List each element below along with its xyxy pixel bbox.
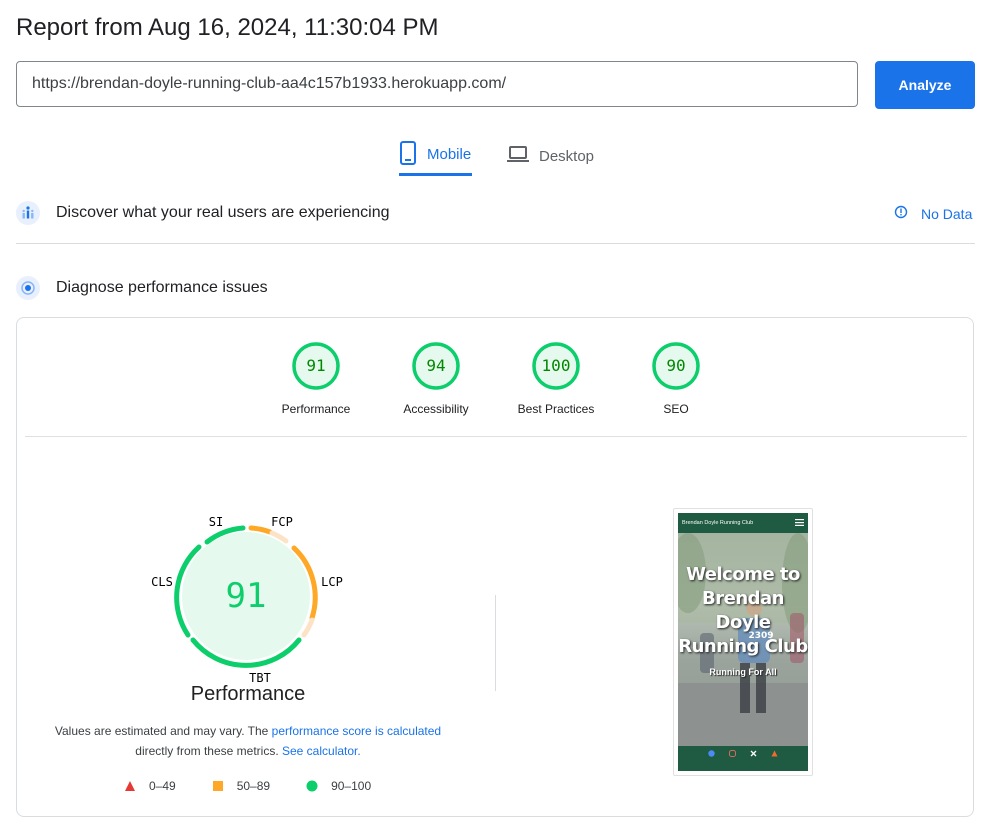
fcp-segment <box>248 525 273 535</box>
preview-nav-title: Brendan Doyle Running Club <box>682 520 754 526</box>
note-prefix: Values are estimated and may vary. The <box>54 724 272 738</box>
legend-range: 90–100 <box>331 779 372 793</box>
performance-score: 91 <box>226 576 267 616</box>
final-screenshot[interactable]: Brendan Doyle Running Club 2309 Welcome … <box>673 508 813 776</box>
gauge-performance[interactable]: 91 Performance <box>271 341 361 416</box>
section-divider <box>16 243 975 244</box>
performance-title: Performance <box>190 683 306 705</box>
performance-metrics-gauge: 91 SI FCP LCP TBT CLS <box>151 515 343 685</box>
preview-hero: 2309 Welcome to Brendan Doyle Running Cl… <box>678 533 808 746</box>
square-icon <box>212 781 223 791</box>
vertical-divider <box>495 595 496 691</box>
facebook-icon <box>708 750 715 759</box>
no-data-status[interactable]: No Data <box>894 205 972 222</box>
tab-mobile-label: Mobile <box>427 146 472 163</box>
gauge-score: 90 <box>666 356 685 375</box>
info-icon <box>894 205 908 222</box>
lcp-segment-remainder <box>301 617 315 638</box>
triangle-icon <box>125 781 135 791</box>
score-gauge-ring: 94 <box>412 342 460 390</box>
gauge-score: 94 <box>426 356 445 375</box>
tab-mobile[interactable]: Mobile <box>399 136 472 176</box>
gauge-label: Performance <box>281 402 351 416</box>
url-input[interactable] <box>16 61 858 107</box>
lab-data-header: Diagnose performance issues <box>16 276 268 300</box>
score-gauge-ring: 90 <box>652 342 700 390</box>
score-gauge-ring: 100 <box>532 342 580 390</box>
gauge-best-practices[interactable]: 100 Best Practices <box>511 341 601 416</box>
hamburger-icon <box>795 518 804 528</box>
page-title: Report from Aug 16, 2024, 11:30:04 PM <box>16 14 439 41</box>
lab-data-title: Diagnose performance issues <box>56 279 268 296</box>
gauge-accessibility[interactable]: 94 Accessibility <box>391 341 481 416</box>
users-icon <box>16 201 40 225</box>
smartphone-icon <box>399 140 417 169</box>
strava-icon <box>771 750 778 759</box>
gauge-label: Accessibility <box>403 402 469 416</box>
gauge-score: 91 <box>306 356 325 375</box>
metric-label-si: SI <box>209 515 223 529</box>
performance-note: Values are estimated and may vary. The p… <box>40 721 456 761</box>
social-icons <box>708 750 778 759</box>
legend-item-average: 50–89 <box>212 779 270 793</box>
instagram-icon <box>729 750 736 759</box>
preview-nav: Brendan Doyle Running Club <box>678 513 808 533</box>
legend-range: 0–49 <box>149 779 176 793</box>
gauge-score: 100 <box>542 356 571 375</box>
preview-footer <box>678 746 808 771</box>
see-calculator-link[interactable]: See calculator. <box>282 744 361 758</box>
no-data-label: No Data <box>921 205 973 222</box>
analyze-button[interactable]: Analyze <box>875 61 975 109</box>
score-legend: 0–49 50–89 90–100 <box>124 779 407 793</box>
preview-hero-subtitle: Running For All <box>709 667 777 677</box>
card-divider <box>25 436 967 437</box>
metric-label-cls: CLS <box>151 575 173 589</box>
preview-hero-title: Welcome to Brendan Doyle Running Club <box>678 564 808 657</box>
x-icon <box>750 750 757 759</box>
tab-desktop[interactable]: Desktop <box>507 136 594 176</box>
tab-desktop-label: Desktop <box>539 147 595 165</box>
legend-item-pass: 90–100 <box>306 779 371 793</box>
gauge-label: SEO <box>663 402 689 416</box>
note-middle: directly from these metrics. <box>135 744 279 758</box>
gauge-label: Best Practices <box>517 402 595 416</box>
page-preview: Brendan Doyle Running Club 2309 Welcome … <box>678 513 808 771</box>
metric-label-fcp: FCP <box>271 515 293 529</box>
field-data-header: Discover what your real users are experi… <box>16 201 389 225</box>
legend-range: 50–89 <box>236 779 271 793</box>
circle-icon <box>306 780 318 792</box>
score-gauge-ring: 91 <box>292 342 340 390</box>
laptop-icon <box>507 145 529 167</box>
target-icon <box>16 276 40 300</box>
score-calculated-link[interactable]: performance score is calculated <box>272 724 441 738</box>
legend-item-fail: 0–49 <box>124 779 176 793</box>
metric-label-lcp: LCP <box>321 575 343 589</box>
field-data-title: Discover what your real users are experi… <box>56 204 390 221</box>
gauge-seo[interactable]: 90 SEO <box>631 341 721 416</box>
